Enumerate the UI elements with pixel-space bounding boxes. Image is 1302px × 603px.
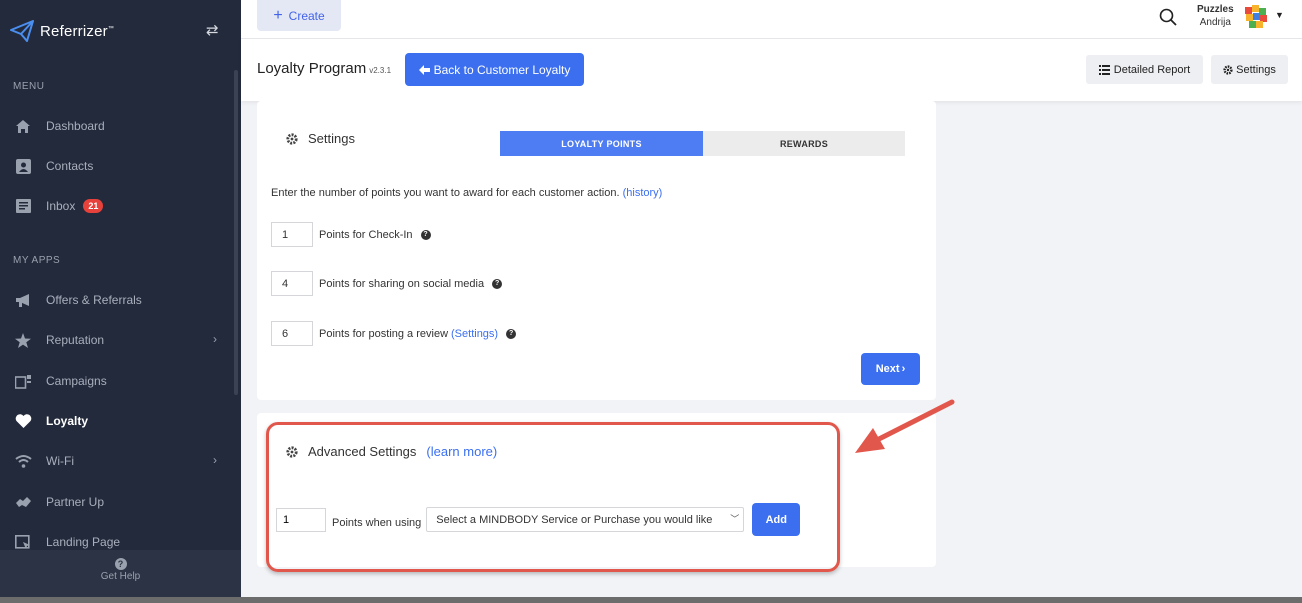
list-icon <box>1098 64 1110 75</box>
sidebar-item-label: Wi-Fi <box>46 454 74 468</box>
social-points-label: Points for sharing on social media <box>319 277 485 290</box>
review-points-label: Points for posting a review <box>319 327 449 340</box>
get-help-button[interactable]: ? Get Help <box>0 550 241 597</box>
sidebar-item-label: Landing Page <box>46 535 121 549</box>
sidebar-item-contacts[interactable]: Contacts <box>0 149 235 183</box>
create-button[interactable]: + Create <box>257 0 341 31</box>
review-points-row: Points for posting a review (Settings) ? <box>271 321 517 346</box>
page-title-text: Loyalty Program <box>257 60 367 77</box>
next-button-label: Next <box>875 363 900 375</box>
chevron-right-icon: › <box>213 453 217 467</box>
sidebar-item-label: Loyalty <box>46 414 89 428</box>
plus-icon: + <box>273 6 283 24</box>
back-button-label: Back to Customer Loyalty <box>433 62 571 77</box>
apps-section-label: MY APPS <box>13 255 61 266</box>
user-name: Andrija <box>1199 17 1231 28</box>
sidebar-item-label: Campaigns <box>46 374 107 388</box>
back-to-customer-loyalty-button[interactable]: Back to Customer Loyalty <box>405 53 584 86</box>
checkin-points-input[interactable] <box>271 222 313 247</box>
heart-icon <box>14 412 32 430</box>
get-help-label: Get Help <box>100 571 141 582</box>
settings-heading: Settings <box>286 131 355 146</box>
org-name: Puzzles <box>1197 4 1234 15</box>
settings-heading-text: Settings <box>308 131 355 146</box>
sidebar-item-dashboard[interactable]: Dashboard <box>0 109 235 143</box>
sidebar-item-label: Offers & Referrals <box>46 293 142 307</box>
checkin-points-row: Points for Check-In ? <box>271 222 431 247</box>
sidebar-item-partner-up[interactable]: Partner Up <box>0 485 235 519</box>
brand-trademark: ™ <box>107 25 115 32</box>
sidebar-item-label: Inbox <box>46 199 76 213</box>
inbox-count-badge: 21 <box>83 199 104 213</box>
caret-down-icon[interactable]: ▼ <box>1275 10 1284 20</box>
user-info[interactable]: Puzzles Andrija <box>1197 3 1234 29</box>
wifi-icon <box>14 452 32 470</box>
brand-name: Referrizer <box>40 22 108 40</box>
top-bar: + Create Puzzles Andrija ▼ <box>241 0 1302 39</box>
create-label: Create <box>288 8 325 23</box>
checkin-points-label: Points for Check-In <box>319 228 413 241</box>
sidebar: Referrizer™ ⇄ MENU Dashboard Contacts In… <box>0 0 241 597</box>
sidebar-scrollbar[interactable] <box>234 70 238 395</box>
header-settings-button[interactable]: Settings <box>1211 55 1288 84</box>
megaphone-icon <box>14 291 32 309</box>
gear-icon <box>286 132 298 145</box>
loyalty-settings-card: Settings LOYALTY POINTS REWARDS Enter th… <box>257 101 936 400</box>
avatar[interactable] <box>1244 5 1268 29</box>
campaigns-icon <box>14 372 32 390</box>
sidebar-item-label: Partner Up <box>46 495 105 509</box>
social-points-row: Points for sharing on social media ? <box>271 271 503 296</box>
paper-plane-icon <box>10 20 34 42</box>
search-icon[interactable] <box>1159 8 1177 26</box>
sidebar-item-campaigns[interactable]: Campaigns <box>0 364 235 398</box>
help-icon[interactable]: ? <box>506 328 517 339</box>
intro-text-body: Enter the number of points you want to a… <box>271 187 620 199</box>
sidebar-item-offers-referrals[interactable]: Offers & Referrals <box>0 283 235 317</box>
sidebar-item-label: Contacts <box>46 159 94 173</box>
swap-arrows-icon[interactable]: ⇄ <box>206 21 219 39</box>
social-points-input[interactable] <box>271 271 313 296</box>
detailed-report-label: Detailed Report <box>1113 63 1191 76</box>
sidebar-item-label: Dashboard <box>46 119 105 133</box>
intro-text: Enter the number of points you want to a… <box>271 187 662 199</box>
chevron-right-icon: › <box>213 332 217 346</box>
help-icon[interactable]: ? <box>492 278 503 289</box>
menu-section-label: MENU <box>13 81 45 92</box>
sidebar-item-wifi[interactable]: Wi-Fi › <box>0 444 235 478</box>
tab-rewards[interactable]: REWARDS <box>703 131 905 156</box>
star-icon <box>14 331 32 349</box>
brand-logo[interactable]: Referrizer™ <box>10 20 114 42</box>
handshake-icon <box>14 493 32 511</box>
sidebar-item-label: Reputation <box>46 333 105 347</box>
header-settings-label: Settings <box>1236 63 1276 76</box>
sidebar-item-inbox[interactable]: Inbox 21 <box>0 189 235 223</box>
home-icon <box>14 117 32 135</box>
sidebar-item-reputation[interactable]: Reputation › <box>0 323 235 357</box>
help-icon[interactable]: ? <box>420 229 431 240</box>
bottom-strip <box>0 597 1302 603</box>
annotation-highlight-box <box>266 422 840 572</box>
inbox-icon <box>14 197 32 215</box>
contact-card-icon <box>14 157 32 175</box>
question-circle-icon: ? <box>114 558 127 570</box>
gear-icon <box>1223 64 1233 75</box>
chevron-right-icon: › <box>901 363 906 375</box>
arrow-left-icon <box>418 64 430 75</box>
sidebar-item-loyalty[interactable]: Loyalty <box>0 404 235 438</box>
annotation-arrow-icon <box>855 399 955 453</box>
review-settings-link[interactable]: (Settings) <box>451 328 498 340</box>
review-points-input[interactable] <box>271 321 313 346</box>
page-header: Loyalty Program v2.3.1 Back to Customer L… <box>241 39 1302 101</box>
landing-page-icon <box>14 533 32 551</box>
next-button[interactable]: Next › <box>861 353 920 385</box>
version-label: v2.3.1 <box>369 66 392 75</box>
detailed-report-button[interactable]: Detailed Report <box>1086 55 1203 84</box>
tab-loyalty-points[interactable]: LOYALTY POINTS <box>500 131 703 156</box>
page-title: Loyalty Program v2.3.1 <box>257 60 391 77</box>
history-link[interactable]: (history) <box>623 187 663 199</box>
